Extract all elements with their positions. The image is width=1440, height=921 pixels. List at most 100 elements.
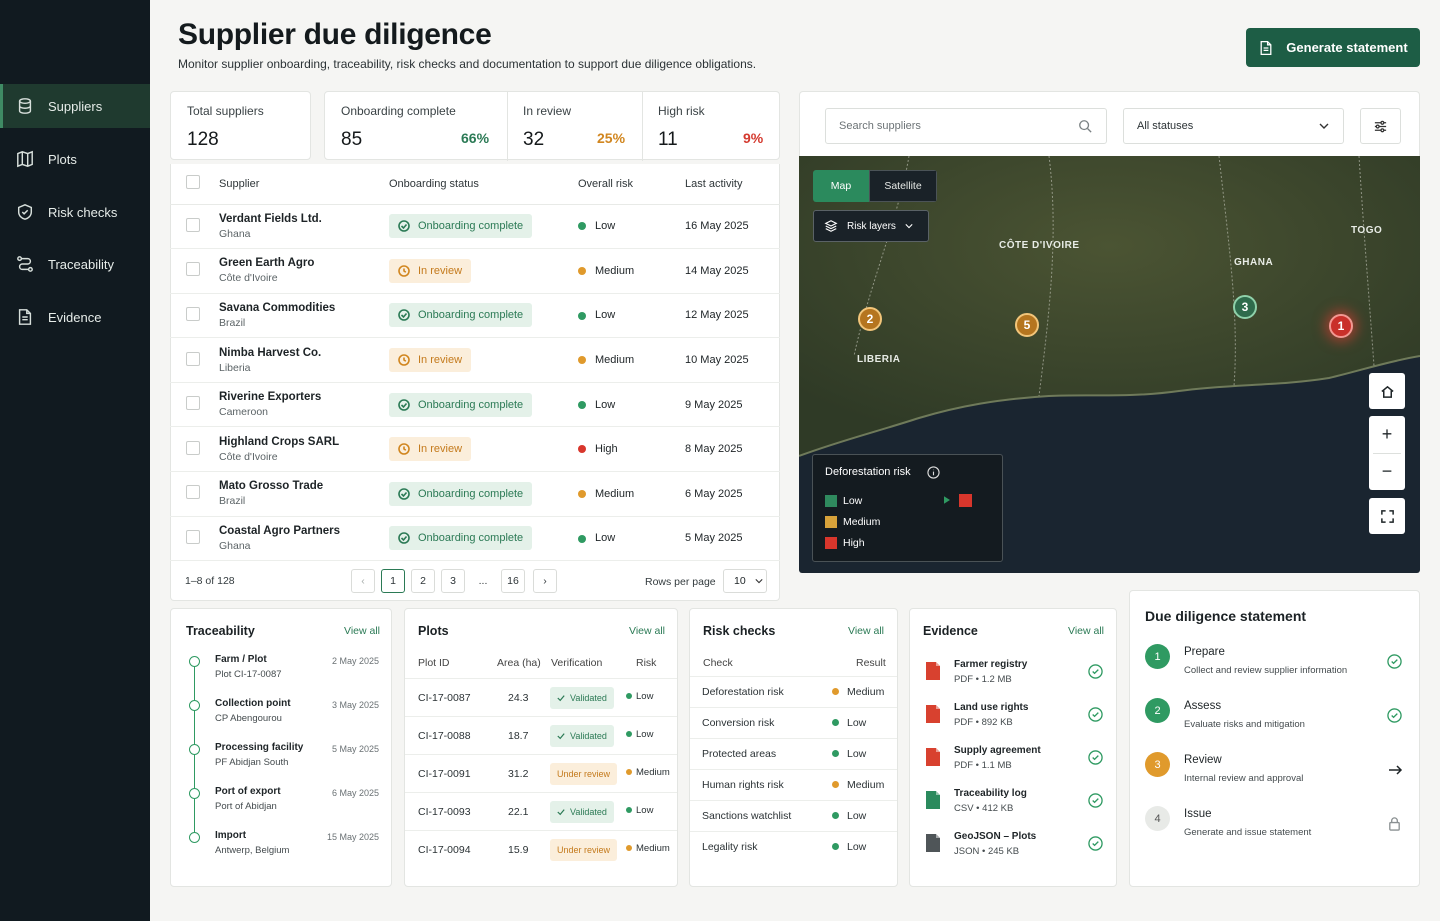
table-row[interactable]: CI-17-0093 22.1 Validated Low <box>405 792 677 830</box>
trace-step-title[interactable]: Farm / Plot <box>215 654 267 665</box>
row-checkbox[interactable] <box>186 217 200 232</box>
sidebar-item-suppliers[interactable]: Suppliers <box>0 84 150 128</box>
list-item[interactable]: Deforestation risk Medium <box>690 676 897 707</box>
supplier-name[interactable]: Mato Grosso Trade <box>219 480 389 492</box>
row-checkbox[interactable] <box>186 529 200 544</box>
risk-layers-button[interactable]: Risk layers <box>813 210 929 242</box>
trace-step-title[interactable]: Collection point <box>215 698 291 709</box>
map-marker[interactable]: 5 <box>1015 313 1039 337</box>
filter-settings-button[interactable] <box>1360 108 1401 144</box>
legend-label: High <box>843 537 865 549</box>
prev-page-button[interactable]: ‹ <box>351 569 375 593</box>
generate-statement-button[interactable]: Generate statement <box>1246 28 1420 67</box>
table-row[interactable]: CI-17-0087 24.3 Validated Low <box>405 678 677 716</box>
supplier-country: Cameroon <box>219 406 269 419</box>
column-header[interactable]: Onboarding status <box>389 164 578 205</box>
page-button[interactable]: 16 <box>501 569 525 593</box>
sidebar-item-risk-checks[interactable]: Risk checks <box>0 190 150 234</box>
list-item[interactable]: Human rights risk Medium <box>690 769 897 800</box>
supplier-name[interactable]: Riverine Exporters <box>219 391 389 403</box>
search-input[interactable]: Search suppliers <box>825 108 1107 144</box>
traceability-view-all-link[interactable]: View all <box>344 625 380 637</box>
statement-step[interactable]: 1 Prepare Collect and review supplier in… <box>1130 644 1419 694</box>
rows-per-page-select[interactable]: 10 <box>723 569 767 593</box>
table-row[interactable]: Verdant Fields Ltd. Ghana Onboarding com… <box>170 204 780 250</box>
row-checkbox[interactable] <box>186 440 200 455</box>
statement-step[interactable]: 4 Issue Generate and issue statement <box>1130 806 1419 856</box>
table-row[interactable]: CI-17-0091 31.2 Under review Medium <box>405 754 677 792</box>
next-page-button[interactable]: › <box>533 569 557 593</box>
map-fullscreen-button[interactable] <box>1369 498 1405 534</box>
trace-step-title[interactable]: Port of export <box>215 786 281 797</box>
row-checkbox[interactable] <box>186 262 200 277</box>
row-checkbox[interactable] <box>186 306 200 321</box>
trace-step-detail: PF Abidjan South <box>215 757 289 768</box>
legend-item[interactable]: High <box>825 537 865 549</box>
column-header[interactable]: Last activity <box>685 164 780 205</box>
page-button[interactable]: 2 <box>411 569 435 593</box>
list-item[interactable]: Conversion risk Low <box>690 707 897 738</box>
verification-badge: Under review <box>550 839 618 861</box>
page-button[interactable]: 3 <box>441 569 465 593</box>
sidebar-item-evidence[interactable]: Evidence <box>0 295 150 339</box>
list-item[interactable]: Legality risk Low <box>690 831 897 862</box>
risk-label: Low <box>595 220 616 233</box>
tab-satellite[interactable]: Satellite <box>869 170 937 202</box>
supplier-name[interactable]: Savana Commodities <box>219 302 389 314</box>
list-item[interactable]: Supply agreement PDF • 1.1 MB <box>910 741 1116 781</box>
map-marker[interactable]: 1 <box>1329 314 1353 338</box>
map-home-button[interactable] <box>1369 373 1405 409</box>
list-item[interactable]: Sanctions watchlist Low <box>690 800 897 831</box>
table-row[interactable]: CI-17-0094 15.9 Under review Medium <box>405 830 677 868</box>
page-button[interactable]: 1 <box>381 569 405 593</box>
list-item[interactable]: GeoJSON – Plots JSON • 245 KB <box>910 827 1116 867</box>
sidebar-item-plots[interactable]: Plots <box>0 137 150 181</box>
supplier-name[interactable]: Green Earth Agro <box>219 257 389 269</box>
tab-map[interactable]: Map <box>813 170 869 202</box>
table-row[interactable]: Riverine Exporters Cameroon Onboarding c… <box>170 382 780 428</box>
map-marker[interactable]: 3 <box>1233 295 1257 319</box>
statement-step[interactable]: 2 Assess Evaluate risks and mitigation <box>1130 698 1419 748</box>
table-row[interactable]: Nimba Harvest Co. Liberia In review Medi… <box>170 337 780 383</box>
supplier-name[interactable]: Verdant Fields Ltd. <box>219 213 389 225</box>
row-checkbox[interactable] <box>186 396 200 411</box>
evidence-view-all-link[interactable]: View all <box>1068 625 1104 637</box>
status-filter-select[interactable]: All statuses <box>1123 108 1344 144</box>
supplier-name[interactable]: Nimba Harvest Co. <box>219 347 389 359</box>
table-row[interactable]: Green Earth Agro Côte d'Ivoire In review… <box>170 248 780 294</box>
table-row[interactable]: Coastal Agro Partners Ghana Onboarding c… <box>170 516 780 562</box>
table-row[interactable]: Highland Crops SARL Côte d'Ivoire In rev… <box>170 426 780 473</box>
supplier-name[interactable]: Highland Crops SARL <box>219 436 389 448</box>
plot-area: 24.3 <box>508 692 529 704</box>
select-all-checkbox[interactable] <box>186 175 200 190</box>
list-item[interactable]: Farmer registry PDF • 1.2 MB <box>910 655 1116 695</box>
row-checkbox[interactable] <box>186 351 200 366</box>
zoom-out-button[interactable]: − <box>1382 453 1393 490</box>
column-header[interactable]: Overall risk <box>578 164 685 205</box>
legend-item[interactable]: Medium <box>825 516 880 528</box>
table-row[interactable]: CI-17-0088 18.7 Validated Low <box>405 716 677 754</box>
trace-step-title[interactable]: Import <box>215 830 246 841</box>
list-item[interactable]: Traceability log CSV • 412 KB <box>910 784 1116 824</box>
table-row[interactable]: Mato Grosso Trade Brazil Onboarding comp… <box>170 471 780 517</box>
table-row[interactable]: Savana Commodities Brazil Onboarding com… <box>170 293 780 339</box>
zoom-in-button[interactable]: + <box>1382 416 1393 453</box>
legend-item[interactable]: Low <box>825 495 862 507</box>
column-header[interactable]: Supplier <box>219 164 389 205</box>
supplier-map[interactable]: Map Satellite Risk layers CÔTE D'IVOIRE … <box>799 156 1420 573</box>
step-number-badge: 1 <box>1145 644 1170 669</box>
risk-checks-view-all-link[interactable]: View all <box>848 625 884 637</box>
risk-label: Low <box>595 532 616 545</box>
row-checkbox[interactable] <box>186 485 200 500</box>
list-item[interactable]: Protected areas Low <box>690 738 897 769</box>
trace-step-title[interactable]: Processing facility <box>215 742 303 753</box>
info-icon[interactable] <box>927 466 940 479</box>
caret-right-icon <box>944 496 950 504</box>
map-marker[interactable]: 2 <box>858 307 882 331</box>
plots-view-all-link[interactable]: View all <box>629 625 665 637</box>
supplier-name[interactable]: Coastal Agro Partners <box>219 525 389 537</box>
statement-step[interactable]: 3 Review Internal review and approval <box>1130 752 1419 802</box>
step-title: Review <box>1184 754 1222 766</box>
sidebar-item-traceability[interactable]: Traceability <box>0 242 150 286</box>
list-item[interactable]: Land use rights PDF • 892 KB <box>910 698 1116 738</box>
